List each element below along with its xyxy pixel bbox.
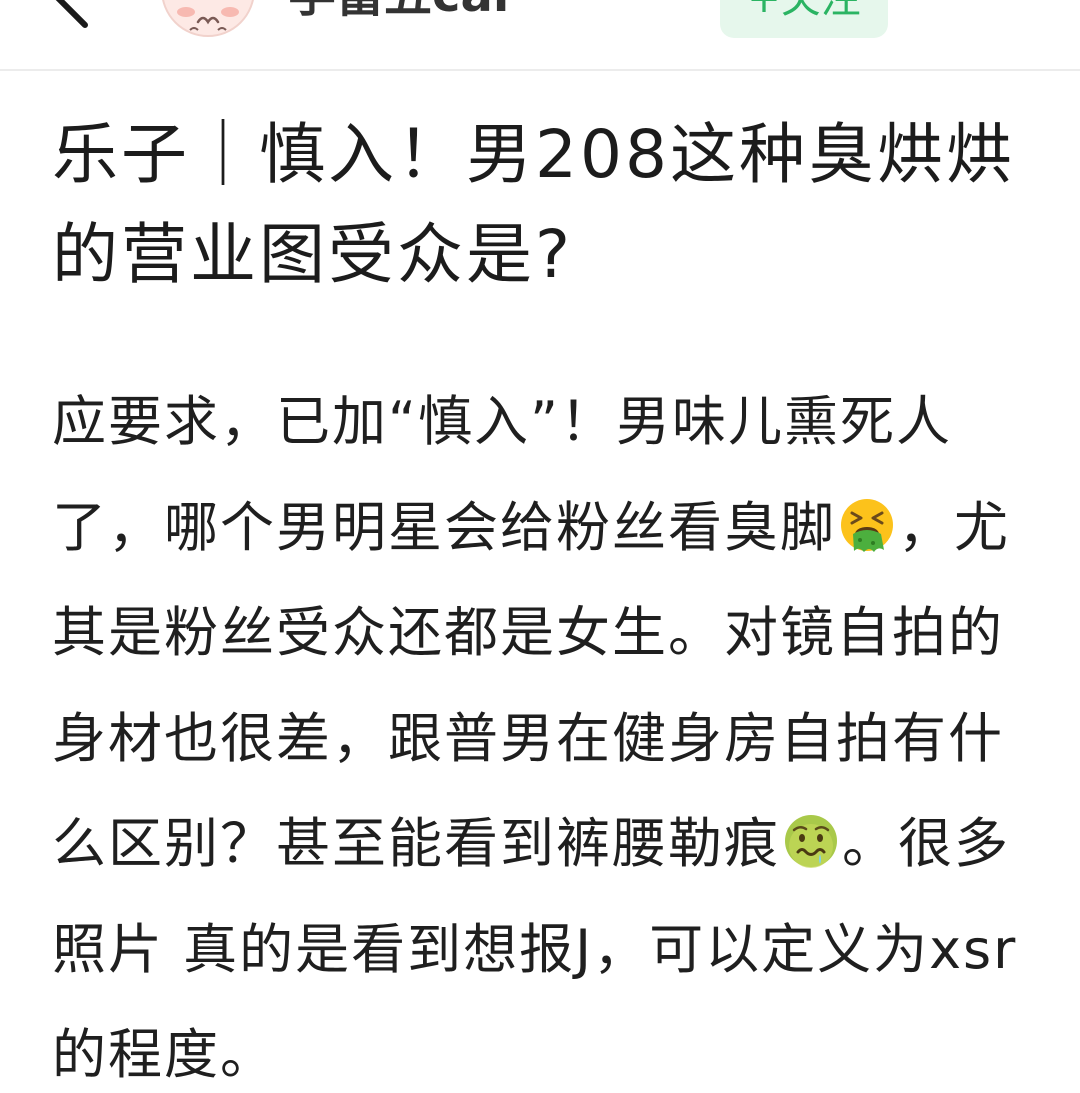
title-line: 的营业图受众是?: [52, 216, 574, 293]
post-title: 乐子｜慎入！男208这种臭烘烘 的营业图受众是?: [52, 111, 1062, 299]
avatar[interactable]: [160, 0, 256, 38]
body-line: 其是粉丝受众还都是女生。对镜自拍的: [52, 595, 1062, 671]
post-body: 应要求，已加“慎入”！男味儿熏死人 了，哪个男明星会给粉丝看臭脚 ，尤 其是粉丝…: [52, 384, 1062, 1093]
face-vomiting-icon: [838, 496, 896, 554]
body-text: 应要求，已加“慎入”！男味儿熏死人: [52, 390, 952, 453]
body-line: 的程度。: [52, 1017, 1062, 1093]
body-text: 其是粉丝受众还都是女生。对镜自拍的: [52, 601, 1004, 664]
back-button[interactable]: [40, 0, 100, 30]
body-line: 么区别？甚至能看到裤腰勒痕 。很多: [52, 806, 1062, 882]
author-username[interactable]: 学富五car: [288, 0, 517, 30]
follow-button[interactable]: +关注: [720, 0, 888, 38]
chevron-left-icon: [55, 0, 88, 28]
body-line: 照片 真的是看到想报J，可以定义为xsr: [52, 912, 1062, 988]
body-line: 身材也很差，跟普男在健身房自拍有什: [52, 701, 1062, 777]
header-divider: [0, 69, 1080, 71]
title-line: 乐子｜慎入！男208这种臭烘烘: [52, 116, 1015, 193]
nauseated-face-icon: [782, 812, 840, 870]
body-text: 。很多: [842, 812, 1010, 875]
post-detail-page: 学富五car +关注 乐子｜慎入！男208这种臭烘烘 的营业图受众是? 应要求，…: [0, 0, 1080, 1093]
body-text: ，尤: [898, 495, 1010, 559]
body-text: 了，哪个男明星会给粉丝看臭脚: [52, 495, 836, 559]
body-line: 应要求，已加“慎入”！男味儿熏死人: [52, 384, 1062, 460]
body-line: 了，哪个男明星会给粉丝看臭脚 ，尤: [52, 490, 1062, 566]
body-text: 照片 真的是看到想报J，可以定义为xsr: [52, 917, 1018, 981]
body-text: 么区别？甚至能看到裤腰勒痕: [52, 812, 780, 875]
body-text: 身材也很差，跟普男在健身房自拍有什: [52, 706, 1004, 770]
body-text: 的程度。: [52, 1023, 276, 1086]
